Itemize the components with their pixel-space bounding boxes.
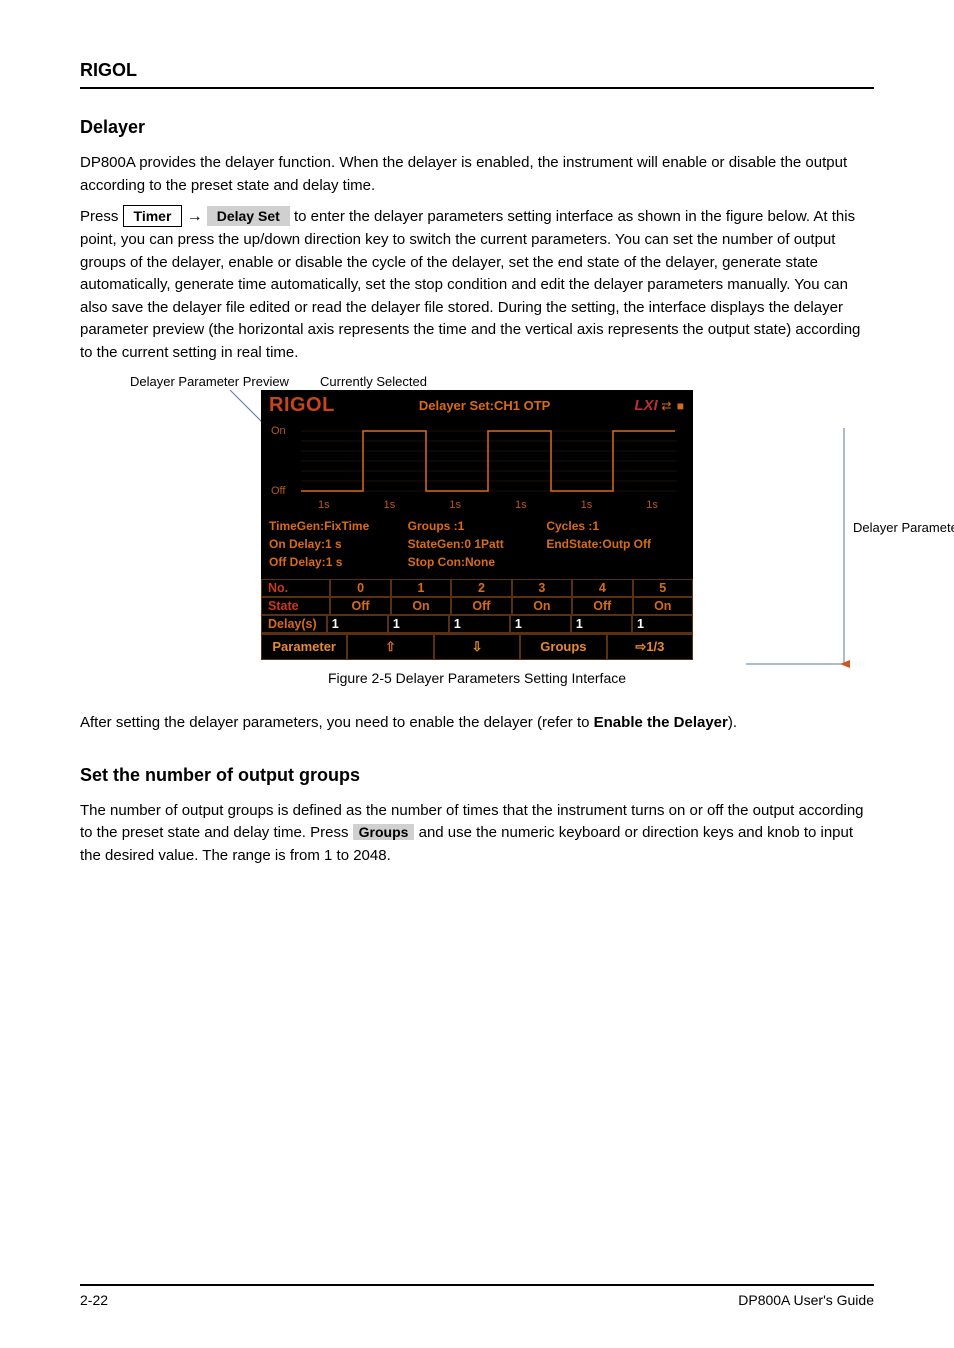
th: 2 <box>451 579 511 597</box>
td: On <box>633 597 693 615</box>
callout-line-icon <box>190 390 270 430</box>
td: On <box>512 597 572 615</box>
th: 1 <box>391 579 451 597</box>
xtick: 1s <box>318 499 330 511</box>
screen-title: Delayer Set:CH1 OTP <box>419 398 551 413</box>
delay-set-button[interactable]: Delay Set <box>207 206 290 226</box>
arrow-left-icon <box>840 660 850 668</box>
td: Off <box>330 597 390 615</box>
callout-preview: Delayer Parameter Preview <box>130 374 289 389</box>
delayer-preview-chart: On Off <box>269 423 685 499</box>
parameter-table: No. 0 1 2 3 4 5 State Off On Off On Off … <box>261 579 693 633</box>
figure-container: Delayer Parameter Preview Currently Sele… <box>80 390 874 660</box>
table-row: State Off On Off On Off On <box>261 597 693 615</box>
lxi-icon: LXI <box>634 397 657 414</box>
nav-prefix: Press <box>80 208 118 225</box>
nav-after-text: to enter the delayer parameters setting … <box>80 208 860 361</box>
param-offdelay: Off Delay:1 s <box>269 553 408 571</box>
xtick: 1s <box>449 499 461 511</box>
softkey-menu: Parameter ⇧ ⇩ Groups ⇨1/3 <box>261 633 693 660</box>
param-stategen: StateGen:0 1Patt <box>408 535 547 553</box>
y-axis-off: Off <box>271 485 285 497</box>
table-row: Delay(s) 1 1 1 1 1 1 <box>261 615 693 633</box>
subsection-title: Set the number of output groups <box>80 765 874 786</box>
x-axis-ticks: 1s 1s 1s 1s 1s 1s <box>261 499 693 513</box>
screen-logo: RIGOL <box>269 394 335 417</box>
xtick: 1s <box>384 499 396 511</box>
parameter-block: TimeGen:FixTime Groups :1 Cycles :1 On D… <box>261 513 693 577</box>
callout-line-icon <box>746 662 846 666</box>
td: 1 <box>388 615 449 633</box>
softkey-page[interactable]: ⇨1/3 <box>607 634 693 660</box>
th: 0 <box>330 579 390 597</box>
td: Off <box>451 597 511 615</box>
softkey-down[interactable]: ⇩ <box>434 634 520 660</box>
param-ondelay: On Delay:1 s <box>269 535 408 553</box>
footer-right: DP800A User's Guide <box>738 1292 874 1308</box>
td: Off <box>572 597 632 615</box>
td-state-label: State <box>261 597 330 615</box>
td: On <box>391 597 451 615</box>
arrow-right-icon: → <box>187 208 203 225</box>
td: 1 <box>327 615 388 633</box>
page-number: 2-22 <box>80 1292 108 1308</box>
after-figure-paragraph: After setting the delayer parameters, yo… <box>80 712 874 735</box>
xtick: 1s <box>515 499 527 511</box>
instrument-screen: RIGOL Delayer Set:CH1 OTP LXI ⇄ ■ On Off <box>261 390 693 660</box>
section-title: Delayer <box>80 117 874 138</box>
xtick: 1s <box>581 499 593 511</box>
figure-caption: Figure 2-5 Delayer Parameters Setting In… <box>80 670 874 686</box>
th: 4 <box>572 579 632 597</box>
param-stopcon: Stop Con:None <box>408 553 547 571</box>
table-row: No. 0 1 2 3 4 5 <box>261 579 693 597</box>
link-enable-delayer[interactable]: Enable the Delayer <box>594 714 728 731</box>
th-no: No. <box>261 579 330 597</box>
y-axis-on: On <box>271 425 286 437</box>
th: 3 <box>512 579 572 597</box>
th: 5 <box>633 579 693 597</box>
intro-paragraph: DP800A provides the delayer function. Wh… <box>80 152 874 197</box>
param-empty <box>546 553 685 571</box>
groups-softkey-button[interactable]: Groups <box>353 824 415 840</box>
status-icons: ⇄ ■ <box>661 399 685 413</box>
param-timegen: TimeGen:FixTime <box>269 517 408 535</box>
param-endstate: EndState:Outp Off <box>546 535 685 553</box>
softkey-groups[interactable]: Groups <box>520 634 606 660</box>
param-groups: Groups :1 <box>408 517 547 535</box>
text-span: ). <box>728 714 737 731</box>
td: 1 <box>571 615 632 633</box>
softkey-up[interactable]: ⇧ <box>347 634 433 660</box>
td: 1 <box>510 615 571 633</box>
callout-list: Delayer Parameter List <box>853 520 954 535</box>
td: 1 <box>632 615 693 633</box>
waveform-svg <box>269 423 685 499</box>
callout-selected-line1: Currently Selected <box>320 374 427 389</box>
param-cycles: Cycles :1 <box>546 517 685 535</box>
text-span: After setting the delayer parameters, yo… <box>80 714 594 731</box>
td: 1 <box>449 615 510 633</box>
subsection-paragraph: The number of output groups is defined a… <box>80 800 874 868</box>
xtick: 1s <box>646 499 658 511</box>
callout-line-icon <box>842 428 846 663</box>
softkey-parameter[interactable]: Parameter <box>261 634 347 660</box>
page-header: RIGOL <box>80 60 874 89</box>
timer-button[interactable]: Timer <box>123 205 183 227</box>
td-delay-label: Delay(s) <box>261 615 327 633</box>
